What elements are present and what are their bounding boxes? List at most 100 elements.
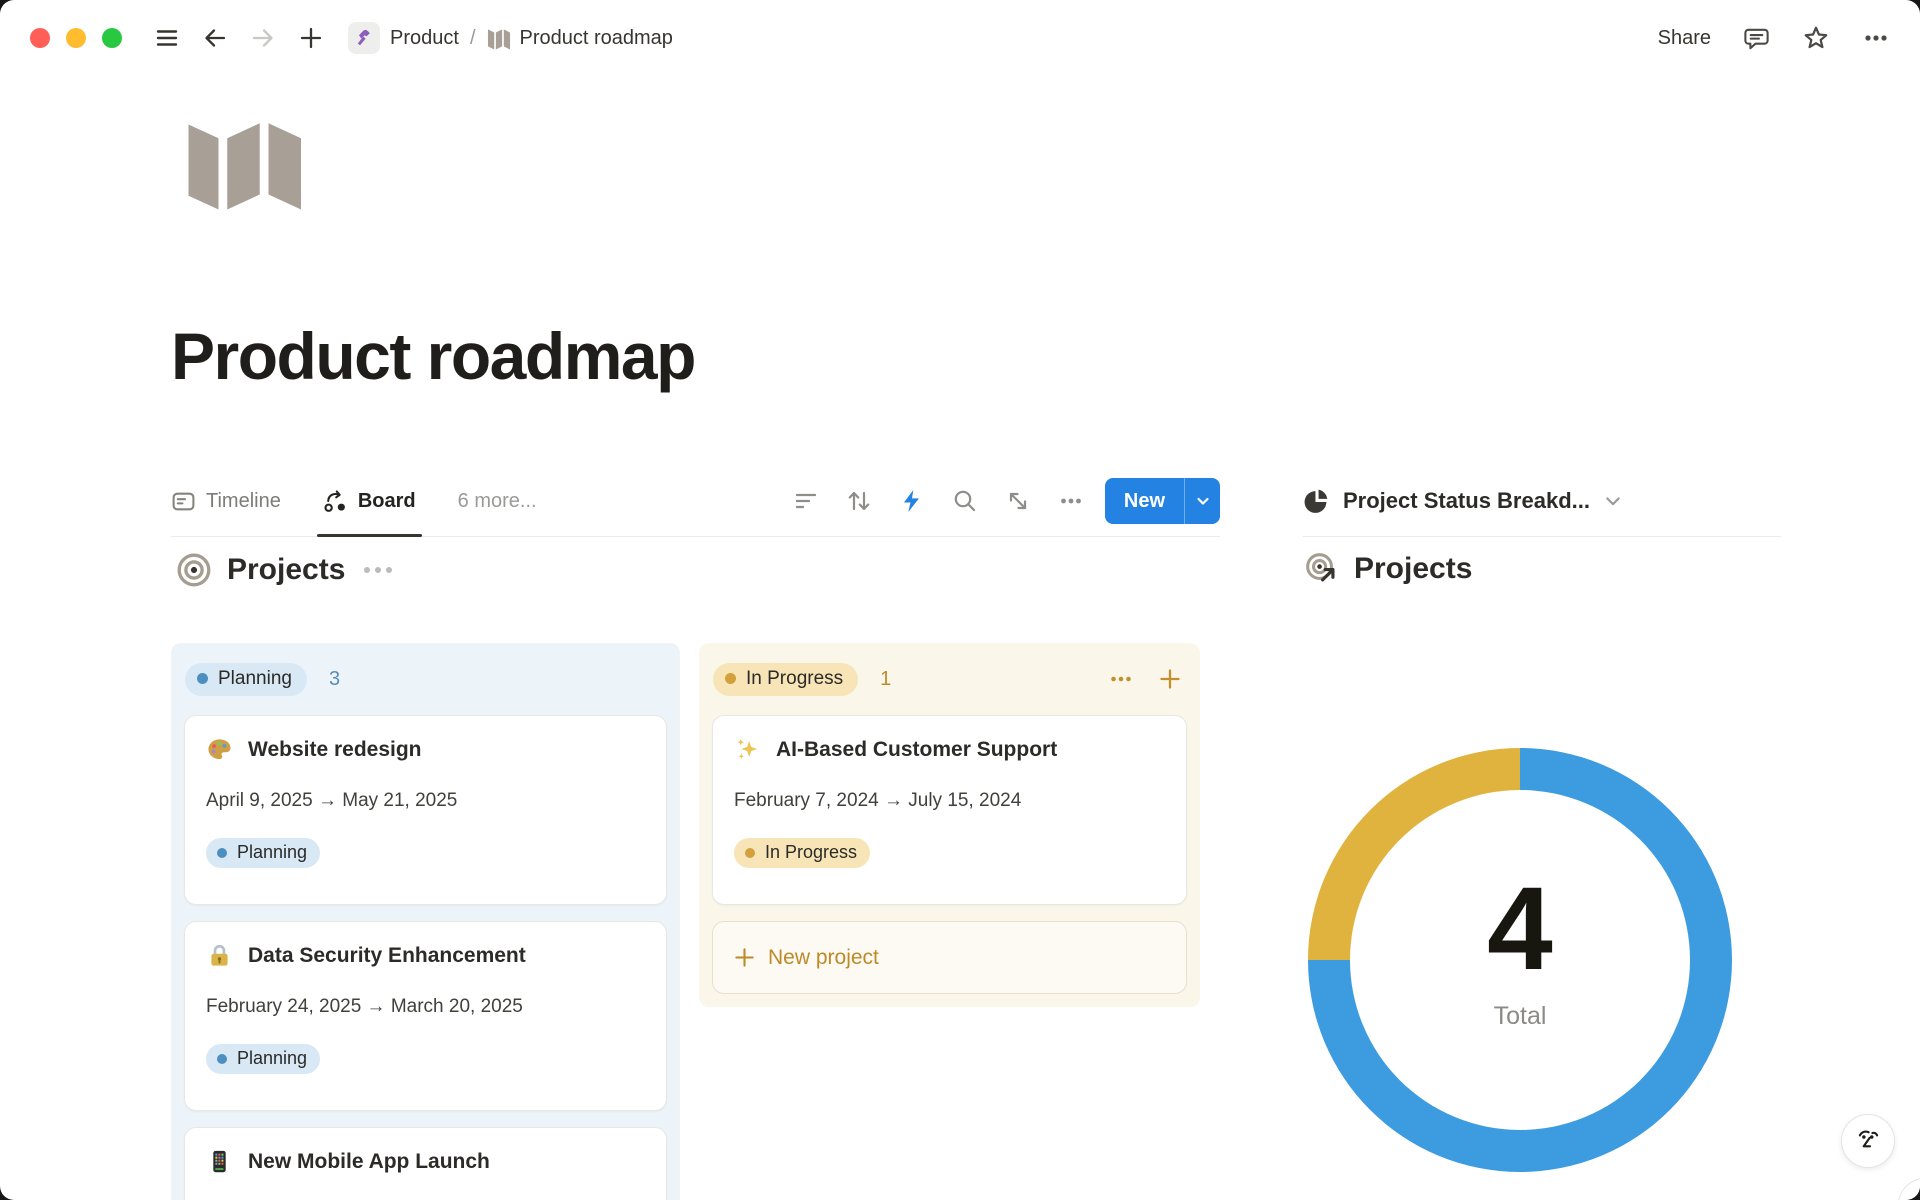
forward-button[interactable] bbox=[246, 21, 280, 55]
section-options-button[interactable] bbox=[364, 567, 392, 573]
donut-total-label: Total bbox=[1494, 1002, 1547, 1031]
timeline-view-icon bbox=[171, 489, 196, 514]
more-views-button[interactable]: 6 more... bbox=[458, 490, 537, 513]
tab-timeline[interactable]: Timeline bbox=[171, 466, 281, 536]
card-status-badge: Planning bbox=[206, 838, 320, 868]
hamburger-icon bbox=[154, 25, 180, 51]
status-dot bbox=[725, 673, 736, 684]
column-options-button[interactable] bbox=[1108, 666, 1134, 692]
chart-view-selector[interactable]: Project Status Breakd... bbox=[1303, 466, 1781, 537]
favorite-button[interactable] bbox=[1802, 24, 1830, 52]
project-card-ai-support[interactable]: AI-Based Customer Support February 7, 20… bbox=[712, 715, 1187, 905]
sort-icon bbox=[846, 488, 872, 514]
ellipsis-icon bbox=[1108, 666, 1134, 692]
column-count: 1 bbox=[880, 668, 891, 691]
new-tab-button[interactable] bbox=[294, 21, 328, 55]
column-add-card-button[interactable] bbox=[1158, 667, 1182, 691]
project-card-mobile-app[interactable]: New Mobile App Launch May 1, 2025 → May … bbox=[184, 1127, 667, 1200]
star-icon bbox=[1802, 24, 1830, 52]
hammer-icon bbox=[354, 28, 374, 48]
zoom-window-button[interactable] bbox=[102, 28, 122, 48]
share-button[interactable]: Share bbox=[1658, 27, 1711, 50]
tab-timeline-label: Timeline bbox=[206, 490, 281, 513]
sidebar-menu-button[interactable] bbox=[150, 21, 184, 55]
pie-chart-icon bbox=[1303, 488, 1330, 515]
search-icon bbox=[952, 488, 978, 514]
filter-icon bbox=[793, 488, 819, 514]
project-status-donut-chart: 4 Total bbox=[1308, 748, 1732, 1172]
workspace-icon[interactable] bbox=[348, 22, 380, 54]
mobile-phone-icon bbox=[206, 1148, 233, 1175]
filter-button[interactable] bbox=[792, 487, 820, 515]
kanban-board: Planning 3 Website redesign April 9, 202… bbox=[171, 643, 1200, 1200]
new-dropdown-button[interactable] bbox=[1184, 478, 1220, 524]
app-window: Product / Product roadmap Share Product … bbox=[0, 0, 1920, 1200]
close-window-button[interactable] bbox=[30, 28, 50, 48]
back-button[interactable] bbox=[198, 21, 232, 55]
palette-icon bbox=[206, 736, 233, 763]
column-cards: AI-Based Customer Support February 7, 20… bbox=[699, 699, 1200, 905]
linked-target-icon bbox=[1305, 552, 1339, 586]
card-title: Data Security Enhancement bbox=[248, 944, 526, 968]
plus-icon bbox=[298, 25, 324, 51]
help-button[interactable] bbox=[1898, 1178, 1920, 1200]
ellipsis-icon bbox=[1862, 24, 1890, 52]
ellipsis-icon bbox=[1058, 488, 1084, 514]
window-titlebar: Product / Product roadmap Share bbox=[0, 0, 1920, 76]
breadcrumb-workspace[interactable]: Product bbox=[390, 27, 459, 50]
page-map-icon[interactable] bbox=[182, 112, 310, 212]
automations-button[interactable] bbox=[898, 487, 926, 515]
chevron-down-icon bbox=[1195, 493, 1211, 509]
expand-button[interactable] bbox=[1004, 487, 1032, 515]
view-toolbar bbox=[792, 487, 1085, 515]
tab-board[interactable]: Board bbox=[323, 466, 416, 536]
view-options-button[interactable] bbox=[1057, 487, 1085, 515]
notion-ai-button[interactable] bbox=[1841, 1114, 1895, 1168]
lightning-icon bbox=[899, 488, 925, 514]
more-options-button[interactable] bbox=[1862, 24, 1890, 52]
lock-icon bbox=[206, 942, 233, 969]
chart-selector-label: Project Status Breakd... bbox=[1343, 488, 1590, 514]
chart-section-title[interactable]: Projects bbox=[1354, 552, 1472, 586]
minimize-window-button[interactable] bbox=[66, 28, 86, 48]
card-title: New Mobile App Launch bbox=[248, 1150, 490, 1174]
board-column-planning: Planning 3 Website redesign April 9, 202… bbox=[171, 643, 680, 1200]
chart-section-header: Projects bbox=[1305, 552, 1472, 586]
column-header: Planning 3 bbox=[171, 643, 680, 699]
card-title: AI-Based Customer Support bbox=[776, 738, 1057, 762]
expand-diagonal-icon bbox=[1005, 488, 1031, 514]
card-dates: February 24, 2025 → March 20, 2025 bbox=[206, 996, 645, 1018]
new-button-group: New bbox=[1105, 478, 1220, 524]
traffic-lights bbox=[30, 28, 122, 48]
card-title: Website redesign bbox=[248, 738, 422, 762]
project-card-data-security[interactable]: Data Security Enhancement February 24, 2… bbox=[184, 921, 667, 1111]
column-header: In Progress 1 bbox=[699, 643, 1200, 699]
project-card-website-redesign[interactable]: Website redesign April 9, 2025 → May 21,… bbox=[184, 715, 667, 905]
map-icon bbox=[487, 26, 511, 50]
board-view-icon bbox=[323, 489, 348, 514]
titlebar-actions: Share bbox=[1658, 24, 1890, 52]
status-dot bbox=[197, 673, 208, 684]
new-project-button[interactable]: New project bbox=[712, 921, 1187, 994]
column-count: 3 bbox=[329, 668, 340, 691]
page-title[interactable]: Product roadmap bbox=[171, 318, 695, 394]
status-label: In Progress bbox=[746, 668, 843, 690]
status-badge-in-progress[interactable]: In Progress bbox=[713, 663, 858, 696]
breadcrumb-page[interactable]: Product roadmap bbox=[520, 27, 673, 50]
new-button[interactable]: New bbox=[1105, 478, 1184, 524]
chevron-down-icon bbox=[1603, 491, 1623, 511]
board-section-title: Projects bbox=[227, 553, 345, 587]
back-arrow-icon bbox=[202, 25, 228, 51]
board-section-header: Projects bbox=[176, 552, 392, 588]
plus-icon bbox=[733, 946, 756, 969]
status-badge-planning[interactable]: Planning bbox=[185, 663, 307, 696]
comments-button[interactable] bbox=[1743, 25, 1770, 52]
sort-button[interactable] bbox=[845, 487, 873, 515]
plus-icon bbox=[1158, 667, 1182, 691]
sparkles-icon bbox=[734, 736, 761, 763]
board-column-in-progress: In Progress 1 AI-Based Customer Support bbox=[699, 643, 1200, 1007]
target-icon bbox=[176, 552, 212, 588]
search-button[interactable] bbox=[951, 487, 979, 515]
comment-icon bbox=[1743, 25, 1770, 52]
donut-total-value: 4 bbox=[1487, 870, 1553, 988]
